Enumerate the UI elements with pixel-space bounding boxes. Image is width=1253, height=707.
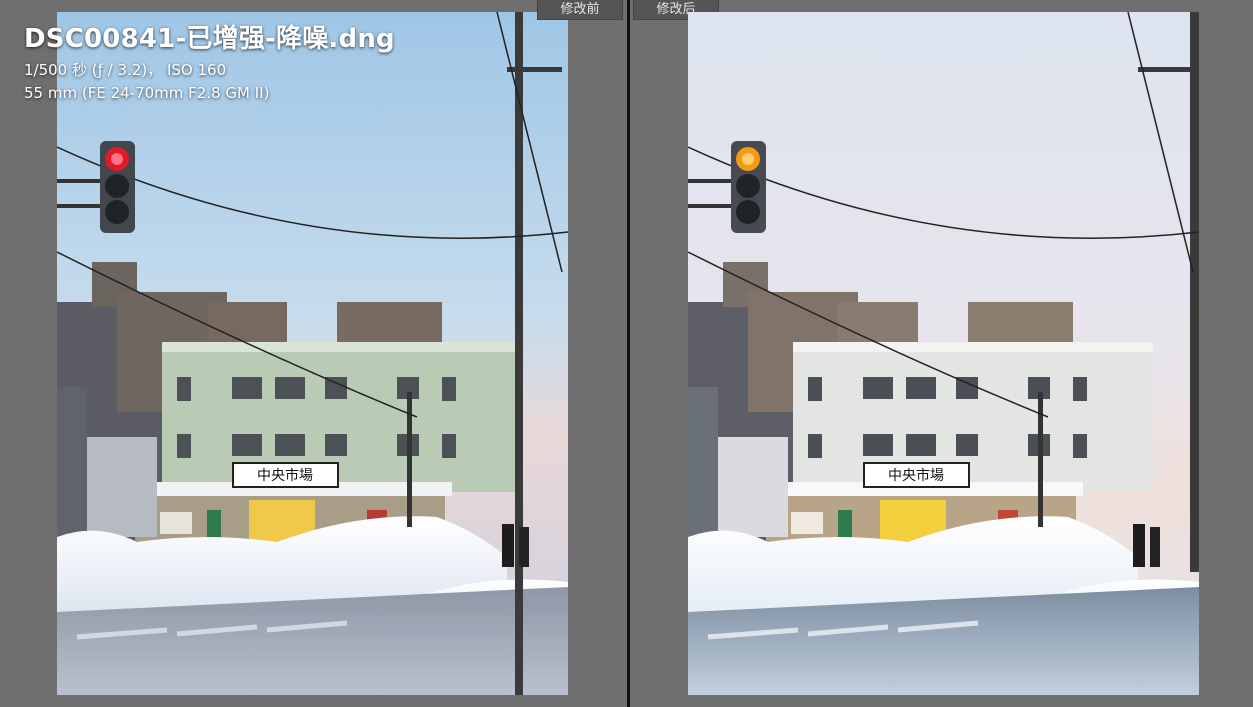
before-pane: 中央市場 DSC00841-已增强-降噪.dng 1/500 秒 (ƒ / 3.… xyxy=(0,0,627,707)
before-label: 修改前 xyxy=(537,0,623,20)
store-sign: 中央市場 xyxy=(257,467,313,484)
after-photo-image: 中央市場 xyxy=(688,12,1199,695)
after-photo[interactable]: 中央市場 xyxy=(688,12,1199,695)
file-info-overlay: DSC00841-已增强-降噪.dng 1/500 秒 (ƒ / 3.2)， I… xyxy=(24,18,395,102)
file-name: DSC00841-已增强-降噪.dng xyxy=(24,24,395,54)
after-pane: 修改后 中央市場 xyxy=(630,0,1253,707)
lens-info: 55 mm (FE 24-70mm F2.8 GM II) xyxy=(24,84,270,102)
store-sign: 中央市場 xyxy=(888,467,944,484)
before-photo-image: 中央市場 xyxy=(57,12,568,695)
before-photo[interactable]: 中央市場 xyxy=(57,12,568,695)
exposure-info: 1/500 秒 (ƒ / 3.2)， ISO 160 xyxy=(24,61,227,79)
